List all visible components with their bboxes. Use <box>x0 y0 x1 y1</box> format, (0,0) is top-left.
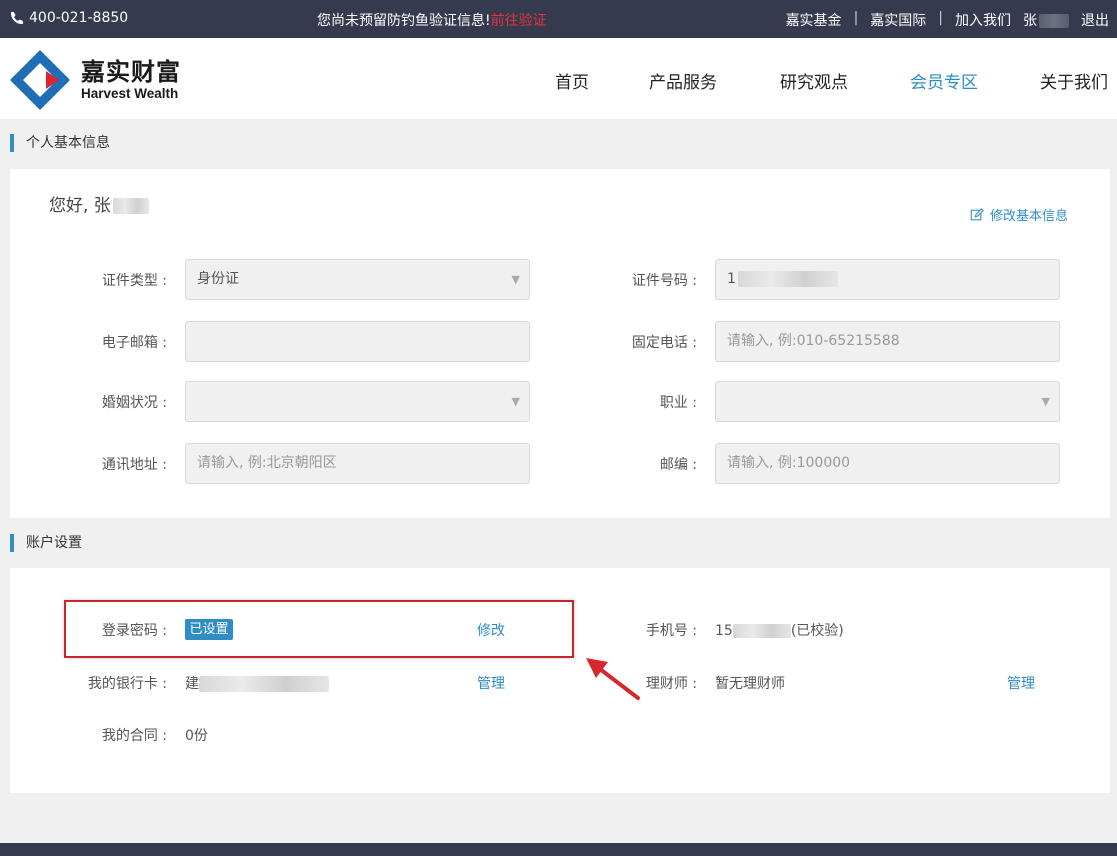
footer-bar <box>0 843 1117 856</box>
id-type-select[interactable]: 身份证 ▼ <box>185 259 530 300</box>
marital-select[interactable]: ▼ <box>185 381 530 422</box>
contract-value[interactable]: 0份 <box>185 725 208 745</box>
main-navbar: 嘉实财富 Harvest Wealth 首页 产品服务 研究观点 会员专区 关于… <box>0 38 1117 119</box>
nav-members[interactable]: 会员专区 <box>910 68 978 93</box>
user-name-text: 张 <box>1023 13 1037 29</box>
logo[interactable]: 嘉实财富 Harvest Wealth <box>9 49 181 111</box>
greeting-text: 您好, 张 <box>49 196 111 216</box>
id-number-value: 1 <box>727 271 736 287</box>
nav-home[interactable]: 首页 <box>555 68 589 93</box>
dropdown-arrow-icon: ▼ <box>511 273 520 286</box>
link-join-us[interactable]: 加入我们 <box>955 10 1011 30</box>
link-harvest-fund[interactable]: 嘉实基金 <box>786 10 842 30</box>
nav-research[interactable]: 研究观点 <box>780 68 848 93</box>
email-field[interactable] <box>185 321 530 362</box>
top-bar: 400-021-8850 您尚未预留防钓鱼验证信息!前往验证 嘉实基金 | 嘉实… <box>0 0 1117 38</box>
nav-products[interactable]: 产品服务 <box>649 68 717 93</box>
notice-text: 您尚未预留防钓鱼验证信息! <box>317 13 491 29</box>
mobile-prefix: 15 <box>715 623 733 639</box>
dropdown-arrow-icon: ▼ <box>1041 395 1050 408</box>
greeting: 您好, 张 <box>49 191 149 216</box>
id-type-label: 证件类型 : <box>101 273 167 289</box>
email-label: 电子邮箱 : <box>101 335 167 351</box>
highlight-box <box>64 600 574 658</box>
occupation-select[interactable]: ▼ <box>715 381 1060 422</box>
mobile-value: 15 (已校验) <box>715 620 844 640</box>
address-field[interactable]: 请输入, 例:北京朝阳区 <box>185 443 530 484</box>
nav-about[interactable]: 关于我们 <box>1040 68 1108 93</box>
bank-card-value: 建 <box>185 673 329 693</box>
logo-en: Harvest Wealth <box>81 85 179 101</box>
landline-label: 固定电话 : <box>631 335 697 351</box>
manage-advisor-link[interactable]: 管理 <box>1007 673 1035 693</box>
advisor-value: 暂无理财师 <box>715 676 785 692</box>
section-title-account: 账户设置 <box>10 534 82 552</box>
marital-label: 婚姻状况 : <box>101 395 167 411</box>
verify-link[interactable]: 前往验证 <box>491 13 547 29</box>
bank-card-prefix: 建 <box>185 676 199 692</box>
postcode-field[interactable]: 请输入, 例:100000 <box>715 443 1060 484</box>
edit-basic-info-label: 修改基本信息 <box>990 209 1069 224</box>
occupation-label: 职业 : <box>659 395 697 411</box>
id-number-label: 证件号码 : <box>631 273 697 289</box>
red-arrow-icon <box>586 658 640 700</box>
anti-phishing-notice: 您尚未预留防钓鱼验证信息!前往验证 <box>317 10 547 30</box>
masked-name <box>112 198 149 214</box>
masked-id-number <box>737 271 838 287</box>
separator: | <box>938 10 943 26</box>
masked-mobile <box>732 624 791 638</box>
landline-field[interactable]: 请输入, 例:010-65215588 <box>715 321 1060 362</box>
section-title-basic-info: 个人基本信息 <box>10 134 110 152</box>
masked-bank-card <box>199 676 329 692</box>
harvest-logo-icon <box>10 50 70 110</box>
manage-bank-card-link[interactable]: 管理 <box>477 673 505 693</box>
id-number-field[interactable]: 1 <box>715 259 1060 300</box>
mobile-verified: (已校验) <box>790 623 844 639</box>
hotline: 400-021-8850 <box>10 10 128 26</box>
user-name[interactable]: 张 <box>1023 10 1069 30</box>
contract-label: 我的合同 : <box>101 728 167 744</box>
phone-number: 400-021-8850 <box>29 10 129 26</box>
phone-icon <box>10 11 24 25</box>
masked-name <box>1039 14 1069 28</box>
top-links: 嘉实基金 | 嘉实国际 | 加入我们 张 退出 <box>786 10 1109 30</box>
id-type-value: 身份证 <box>197 271 239 287</box>
address-label: 通讯地址 : <box>101 457 167 473</box>
postcode-label: 邮编 : <box>659 457 697 473</box>
edit-icon <box>970 207 984 220</box>
edit-basic-info-link[interactable]: 修改基本信息 <box>970 205 1068 224</box>
logout-link[interactable]: 退出 <box>1081 10 1109 30</box>
bank-card-label: 我的银行卡 : <box>87 676 167 692</box>
mobile-label: 手机号 : <box>645 623 697 639</box>
dropdown-arrow-icon: ▼ <box>511 395 520 408</box>
separator: | <box>853 10 859 26</box>
logo-cn: 嘉实财富 <box>81 57 181 86</box>
link-harvest-international[interactable]: 嘉实国际 <box>870 10 926 30</box>
